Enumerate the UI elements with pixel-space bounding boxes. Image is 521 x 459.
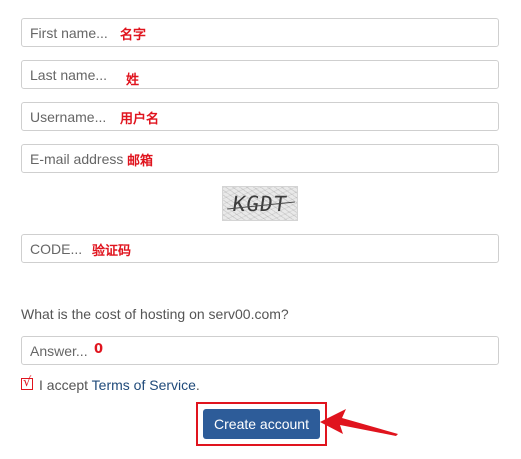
first-name-field[interactable]: 名字 bbox=[21, 18, 499, 47]
create-account-button[interactable]: Create account bbox=[203, 409, 320, 439]
email-input[interactable] bbox=[22, 145, 498, 172]
username-field[interactable]: 用户名 bbox=[21, 102, 499, 131]
captcha-code-input[interactable] bbox=[22, 235, 498, 262]
answer-field[interactable]: 0 bbox=[21, 336, 499, 365]
accept-prefix: I accept bbox=[39, 377, 92, 393]
terms-of-service-link[interactable]: Terms of Service bbox=[92, 377, 196, 393]
accept-terms-label: I accept Terms of Service. bbox=[39, 377, 200, 393]
accept-suffix: . bbox=[195, 377, 200, 393]
captcha-image: KGDT bbox=[222, 186, 298, 221]
checkmark-icon: √ bbox=[23, 375, 32, 390]
hosting-cost-question: What is the cost of hosting on serv00.co… bbox=[21, 306, 289, 322]
captcha-code-field[interactable]: 验证码 bbox=[21, 234, 499, 263]
answer-input[interactable] bbox=[22, 337, 498, 364]
create-account-highlight: Create account bbox=[196, 402, 327, 446]
email-field[interactable]: 邮箱 bbox=[21, 144, 499, 173]
last-name-input[interactable] bbox=[22, 61, 498, 88]
username-input[interactable] bbox=[22, 103, 498, 130]
terms-checkbox[interactable]: √ bbox=[21, 375, 33, 390]
last-name-field[interactable]: 姓 bbox=[21, 60, 499, 89]
first-name-input[interactable] bbox=[22, 19, 498, 46]
